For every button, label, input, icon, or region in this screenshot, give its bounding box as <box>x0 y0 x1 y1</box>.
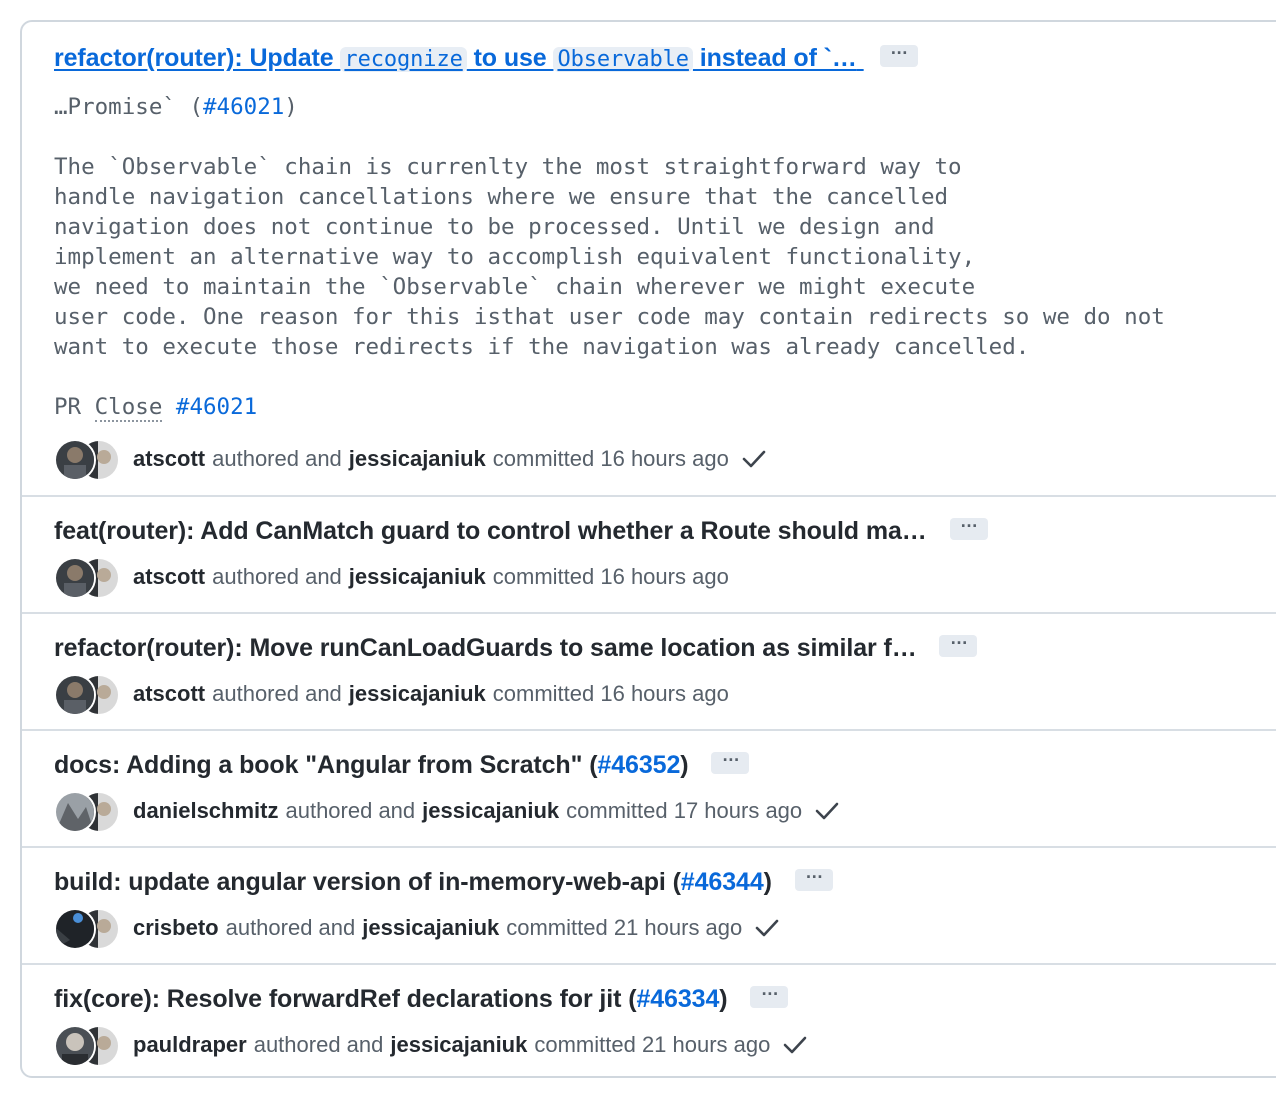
expand-message-button[interactable]: … <box>711 745 750 775</box>
committer-name[interactable]: jessicajaniuk <box>362 915 499 941</box>
commit-item: build: update angular version of in-memo… <box>22 848 1276 965</box>
check-icon[interactable] <box>741 448 767 470</box>
avatar-stack[interactable] <box>54 1025 120 1067</box>
author-avatar[interactable] <box>54 439 96 481</box>
author-name[interactable]: atscott <box>133 564 205 590</box>
commit-title[interactable]: fix(core): Resolve forwardRef declaratio… <box>54 979 789 1014</box>
commit-list: refactor(router): Update recognize to us… <box>20 20 1276 1078</box>
avatar-stack[interactable] <box>54 908 120 950</box>
ellipsis-icon: … <box>890 38 908 59</box>
commit-message-body: …Promise` (#46021) The `Observable` chai… <box>54 94 1165 422</box>
commit-item: refactor(router): Move runCanLoadGuards … <box>22 614 1276 731</box>
pr-link[interactable]: #46352 <box>597 751 680 779</box>
expand-message-button[interactable]: … <box>939 628 978 658</box>
commit-meta: pauldraper authored and jessicajaniuk co… <box>54 1025 808 1067</box>
authored-text: authored and <box>285 798 416 823</box>
ellipsis-icon: … <box>760 979 779 1000</box>
commit-time: committed 21 hours ago <box>506 915 743 940</box>
avatar-stack[interactable] <box>54 557 120 599</box>
avatar-stack[interactable] <box>54 791 120 833</box>
pr-link[interactable]: #46021 <box>176 394 257 420</box>
expand-message-button[interactable]: … <box>794 862 833 892</box>
commit-title-link[interactable]: refactor(router): Update recognize to us… <box>54 38 918 73</box>
commit-time: committed 16 hours ago <box>492 564 729 589</box>
body-line: handle navigation cancellations where we… <box>54 184 949 210</box>
body-line: user code. One reason for this isthat us… <box>54 304 1165 330</box>
commit-item: feat(router): Add CanMatch guard to cont… <box>22 497 1276 614</box>
avatar-stack[interactable] <box>54 674 120 716</box>
body-line: navigation does not continue to be proce… <box>54 214 935 240</box>
committer-name[interactable]: jessicajaniuk <box>349 681 486 707</box>
author-name[interactable]: danielschmitz <box>133 798 278 824</box>
authored-text: authored and <box>212 564 342 589</box>
commit-item: fix(core): Resolve forwardRef declaratio… <box>22 965 1276 1078</box>
code-observable[interactable]: Observable <box>553 47 693 72</box>
ellipsis-icon: … <box>805 862 823 883</box>
authored-text: authored and <box>253 1032 384 1057</box>
close-keyword: Close <box>94 394 163 422</box>
body-line: we need to maintain the `Observable` cha… <box>54 274 976 300</box>
body-line: implement an alternative way to accompli… <box>54 244 976 270</box>
commit-meta: crisbeto authored and jessicajaniuk comm… <box>54 908 780 950</box>
committer-name[interactable]: jessicajaniuk <box>349 564 486 590</box>
check-icon[interactable] <box>814 800 840 822</box>
commit-item: refactor(router): Update recognize to us… <box>22 22 1276 497</box>
ellipsis-icon: … <box>960 511 978 532</box>
authored-text: authored and <box>225 915 356 940</box>
commit-time: committed 16 hours ago <box>492 681 729 706</box>
expand-message-button[interactable]: … <box>949 511 988 541</box>
author-name[interactable]: atscott <box>133 681 205 707</box>
committer-name[interactable]: jessicajaniuk <box>422 798 559 824</box>
commit-item: docs: Adding a book "Angular from Scratc… <box>22 731 1276 848</box>
commit-title[interactable]: feat(router): Add CanMatch guard to cont… <box>54 511 988 546</box>
ellipsis-icon: … <box>721 745 740 766</box>
author-avatar[interactable] <box>54 908 96 950</box>
avatar-stack[interactable] <box>54 439 120 481</box>
author-name[interactable]: atscott <box>133 446 205 472</box>
check-icon[interactable] <box>754 917 780 939</box>
commit-meta: atscott authored and jessicajaniuk commi… <box>54 674 729 716</box>
expand-message-button[interactable]: … <box>750 979 789 1009</box>
pr-link[interactable]: #46334 <box>636 985 719 1013</box>
authored-text: authored and <box>212 681 342 706</box>
commit-time: committed 17 hours ago <box>566 798 803 823</box>
check-icon[interactable] <box>782 1034 808 1056</box>
author-name[interactable]: pauldraper <box>133 1032 247 1058</box>
commit-meta: atscott authored and jessicajaniuk commi… <box>54 439 767 481</box>
committer-name[interactable]: jessicajaniuk <box>390 1032 527 1058</box>
expand-message-button[interactable]: … <box>879 38 918 68</box>
body-line: The `Observable` chain is currenlty the … <box>54 154 962 180</box>
committer-name[interactable]: jessicajaniuk <box>349 446 486 472</box>
author-avatar[interactable] <box>54 1025 96 1067</box>
author-avatar[interactable] <box>54 674 96 716</box>
body-line: want to execute those redirects if the n… <box>54 334 1030 360</box>
commit-title[interactable]: build: update angular version of in-memo… <box>54 862 833 897</box>
author-avatar[interactable] <box>54 557 96 599</box>
authored-text: authored and <box>212 446 342 471</box>
author-name[interactable]: crisbeto <box>133 915 219 941</box>
commit-time: committed 21 hours ago <box>534 1032 771 1057</box>
ellipsis-icon: … <box>949 628 968 649</box>
commit-title[interactable]: refactor(router): Move runCanLoadGuards … <box>54 628 978 663</box>
pr-link[interactable]: #46344 <box>681 868 764 896</box>
pr-link[interactable]: #46021 <box>203 94 284 120</box>
commit-meta: danielschmitz authored and jessicajaniuk… <box>54 791 840 833</box>
author-avatar[interactable] <box>54 791 96 833</box>
commit-meta: atscott authored and jessicajaniuk commi… <box>54 557 729 599</box>
commit-time: committed 16 hours ago <box>492 446 729 471</box>
code-recognize[interactable]: recognize <box>340 47 467 72</box>
commit-title[interactable]: docs: Adding a book "Angular from Scratc… <box>54 745 750 780</box>
